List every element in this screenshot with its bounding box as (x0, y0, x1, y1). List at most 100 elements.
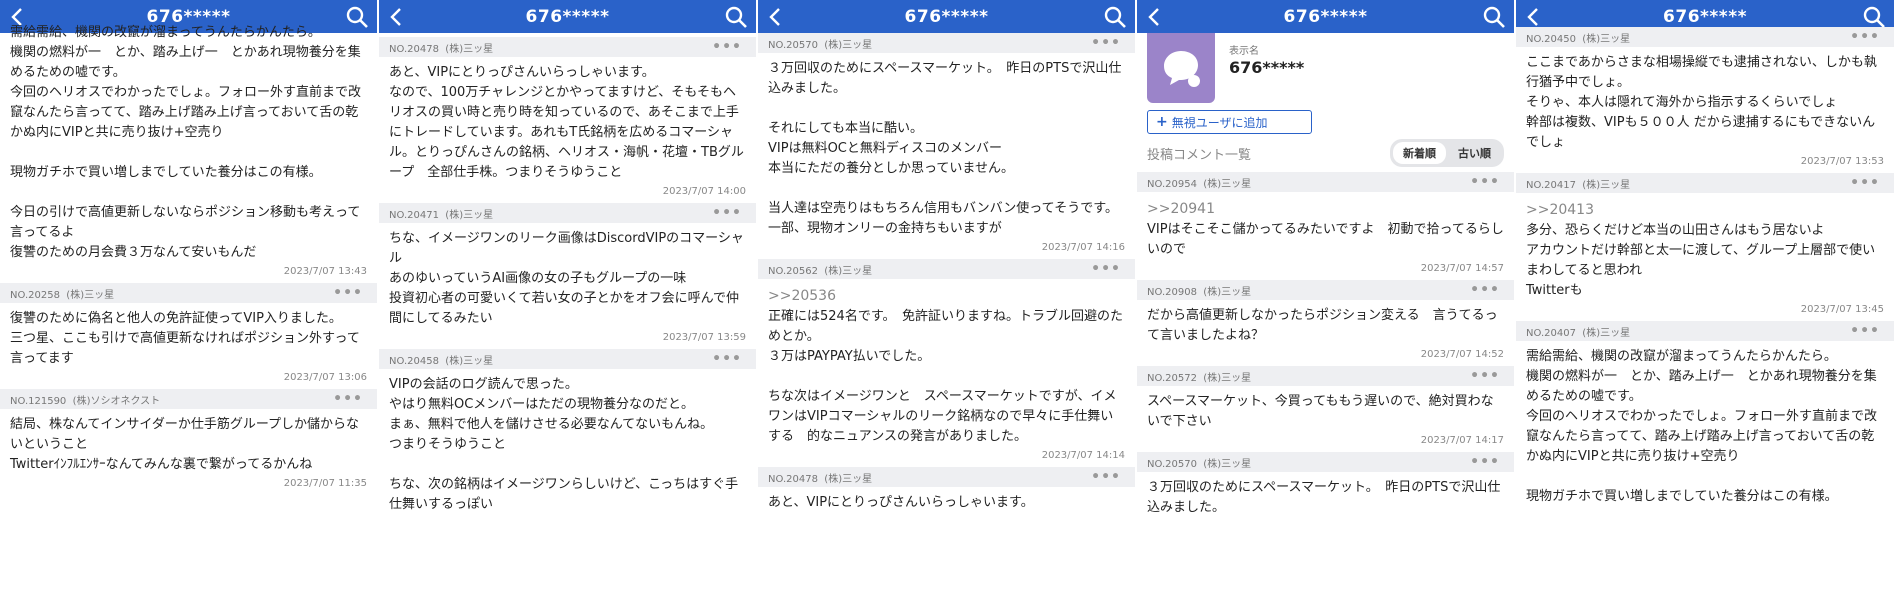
comment-meta: NO.20258 (株)三ッ星 ••• (0, 283, 377, 303)
comment-item[interactable]: NO.20471 (株)三ッ星 ••• ちな、イメージワンのリーク画像はDisc… (379, 203, 756, 349)
comment-timestamp: 2023/7/07 14:16 (1041, 242, 1125, 253)
more-dots-icon[interactable]: ••• (333, 391, 363, 407)
comment-text: 復讐のために偽名と他人の免許証使ってVIP入りました。 三つ星、ここも引けで高値… (10, 311, 360, 366)
sort-oldest-button[interactable]: 古い順 (1448, 142, 1501, 164)
add-ignore-user-button[interactable]: + 無視ユーザに追加 (1147, 110, 1312, 134)
more-dots-icon[interactable]: ••• (712, 351, 742, 367)
more-dots-icon[interactable]: ••• (333, 285, 363, 301)
comment-meta: NO.20570 (株)三ッ星 ••• (758, 33, 1135, 53)
more-dots-icon[interactable]: ••• (1091, 35, 1121, 51)
chevron-left-icon[interactable] (1145, 7, 1163, 27)
comment-author[interactable]: (株)三ッ星 (1582, 34, 1630, 45)
comment-author[interactable]: (株)三ッ星 (445, 210, 493, 221)
comment-item[interactable]: NO.20954 (株)三ッ星 ••• >>20941 VIPはそこそこ儲かって… (1137, 172, 1514, 280)
comment-meta: NO.20458 (株)三ッ星 ••• (379, 349, 756, 369)
header-title: 676***** (1283, 6, 1368, 27)
comment-meta: NO.20908 (株)三ッ星 ••• (1137, 280, 1514, 300)
more-dots-icon[interactable]: ••• (1091, 261, 1121, 277)
comment-item[interactable]: NO.20908 (株)三ッ星 ••• だから高値更新しなかったらポジション変え… (1137, 280, 1514, 366)
comment-meta: NO.20407 (株)三ッ星 ••• (1516, 321, 1894, 341)
comment-number: NO.121590 (10, 395, 67, 407)
comment-number: NO.20908 (1147, 286, 1197, 298)
sort-toggle: 新着順 古い順 (1390, 139, 1504, 167)
comment-item[interactable]: NO.20258 (株)三ッ星 ••• 復讐のために偽名と他人の免許証使ってVI… (0, 283, 377, 389)
chevron-left-icon[interactable] (387, 7, 405, 27)
more-dots-icon[interactable]: ••• (1470, 174, 1500, 190)
comment-item[interactable]: NO.20570 (株)三ッ星 ••• ３万回収のためにスペースマーケット。 昨… (1137, 452, 1514, 518)
comment-timestamp: 2023/7/07 13:06 (283, 372, 367, 383)
more-dots-icon[interactable]: ••• (1470, 454, 1500, 470)
search-icon[interactable] (1103, 5, 1127, 29)
comment-meta: NO.20417 (株)三ッ星 ••• (1516, 173, 1894, 193)
comment-author[interactable]: (株)三ッ星 (1582, 328, 1630, 339)
avatar (1147, 33, 1215, 103)
comment-number: NO.20954 (1147, 178, 1197, 190)
more-dots-icon[interactable]: ••• (712, 39, 742, 55)
comment-author[interactable]: (株)三ッ星 (66, 290, 114, 301)
screen-1: 676***** 需給需給、機関の改竄が溜まってうんたらかんたら。 機関の燃料が… (0, 0, 377, 596)
comment-item[interactable]: NO.20417 (株)三ッ星 ••• >>20413 多分、恐らくだけど本当の… (1516, 173, 1894, 321)
comment-author[interactable]: (株)三ッ星 (1203, 373, 1251, 384)
comment-meta: NO.20954 (株)三ッ星 ••• (1137, 172, 1514, 192)
comment-item[interactable]: NO.20450 (株)三ッ星 ••• ここまであからさまな相場操縦でも逮捕され… (1516, 27, 1894, 173)
search-icon[interactable] (1482, 5, 1506, 29)
comment-text: ちな、イメージワンのリーク画像はDiscordVIPのコマーシャル あのゆいって… (389, 231, 744, 326)
comment-author[interactable]: (株)三ッ星 (445, 356, 493, 367)
comment-author[interactable]: (株)三ッ星 (1203, 179, 1251, 190)
comment-item[interactable]: 需給需給、機関の改竄が溜まってうんたらかんたら。 機関の燃料が一 とか、踏み上げ… (0, 21, 377, 283)
comment-author[interactable]: (株)三ッ星 (1582, 180, 1630, 191)
comment-text: ここまであからさまな相場操縦でも逮捕されない、しかも執行猶予中でしょ。 そりゃ、… (1526, 55, 1877, 150)
comment-item[interactable]: NO.20407 (株)三ッ星 ••• 需給需給、機関の改竄が溜まってうんたらか… (1516, 321, 1894, 507)
comment-author[interactable]: (株)ソシオネクスト (73, 396, 161, 407)
more-dots-icon[interactable]: ••• (1091, 469, 1121, 485)
add-ignore-user-label: 無視ユーザに追加 (1171, 115, 1268, 130)
comment-author[interactable]: (株)三ッ星 (1203, 287, 1251, 298)
comment-number: NO.20417 (1526, 179, 1576, 191)
more-dots-icon[interactable]: ••• (1470, 368, 1500, 384)
chevron-left-icon[interactable] (1524, 7, 1542, 27)
more-dots-icon[interactable]: ••• (1850, 175, 1880, 191)
comment-item[interactable]: NO.20562 (株)三ッ星 ••• >>20536 正確には524名です。 … (758, 259, 1135, 467)
comment-item[interactable]: NO.20572 (株)三ッ星 ••• スペースマーケット、今買ってももう遅いの… (1137, 366, 1514, 452)
comment-item[interactable]: NO.20478 (株)三ッ星 ••• あと、VIPにとりっぴさんいらっしゃいま… (379, 37, 756, 203)
reply-reference[interactable]: >>20536 (758, 279, 1135, 305)
comment-item[interactable]: NO.20570 (株)三ッ星 ••• ３万回収のためにスペースマーケット。 昨… (758, 33, 1135, 259)
more-dots-icon[interactable]: ••• (712, 205, 742, 221)
chevron-left-icon[interactable] (766, 7, 784, 27)
comment-timestamp: 2023/7/07 11:35 (283, 478, 367, 489)
app-header: 676***** (379, 0, 756, 33)
comment-meta: NO.20478 (株)三ッ星 ••• (758, 467, 1135, 487)
comment-item[interactable]: NO.20458 (株)三ッ星 ••• VIPの会話のログ読んで思った。 やはり… (379, 349, 756, 515)
comment-text: 正確には524名です。 免許証いりますね。トラブル回避のためとか。 ３万はPAY… (768, 309, 1124, 444)
header-title: 676***** (1663, 6, 1747, 27)
reply-reference[interactable]: >>20413 (1516, 193, 1894, 219)
comment-item[interactable]: NO.20478 (株)三ッ星 ••• あと、VIPにとりっぴさんいらっしゃいま… (758, 467, 1135, 513)
comment-author[interactable]: (株)三ッ星 (1203, 459, 1251, 470)
comment-timestamp: 2023/7/07 14:17 (1420, 435, 1504, 446)
comment-item[interactable]: NO.121590 (株)ソシオネクスト ••• 結局、株なんてインサイダーか仕… (0, 389, 377, 495)
comment-author[interactable]: (株)三ッ星 (824, 474, 872, 485)
reply-reference[interactable]: >>20941 (1137, 192, 1514, 218)
more-dots-icon[interactable]: ••• (1470, 282, 1500, 298)
comment-number: NO.20478 (389, 43, 439, 55)
comment-author[interactable]: (株)三ッ星 (445, 44, 493, 55)
comment-number: NO.20562 (768, 265, 818, 277)
screen-5: 676***** NO.20450 (株)三ッ星 ••• ここまであからさまな相… (1516, 0, 1894, 596)
search-icon[interactable] (1862, 5, 1886, 29)
comment-list-header: 投稿コメント一覧 新着順 古い順 (1137, 134, 1514, 172)
screen-3: 676***** NO.20570 (株)三ッ星 ••• ３万回収のためにスペー… (758, 0, 1135, 596)
comment-author[interactable]: (株)三ッ星 (824, 40, 872, 51)
header-title: 676***** (904, 6, 989, 27)
search-icon[interactable] (724, 5, 748, 29)
comment-number: NO.20570 (1147, 458, 1197, 470)
screen-2: 676***** NO.20478 (株)三ッ星 ••• あと、VIPにとりっぴ… (379, 0, 756, 596)
comment-meta: NO.20471 (株)三ッ星 ••• (379, 203, 756, 223)
sort-newest-button[interactable]: 新着順 (1393, 142, 1446, 164)
more-dots-icon[interactable]: ••• (1850, 29, 1880, 45)
comment-timestamp: 2023/7/07 13:53 (1800, 156, 1884, 167)
comment-text: ３万回収のためにスペースマーケット。 昨日のPTSで沢山仕込みました。 それにし… (768, 61, 1122, 236)
comment-author[interactable]: (株)三ッ星 (824, 266, 872, 277)
comment-meta: NO.121590 (株)ソシオネクスト ••• (0, 389, 377, 409)
plus-icon: + (1156, 114, 1168, 130)
more-dots-icon[interactable]: ••• (1850, 323, 1880, 339)
